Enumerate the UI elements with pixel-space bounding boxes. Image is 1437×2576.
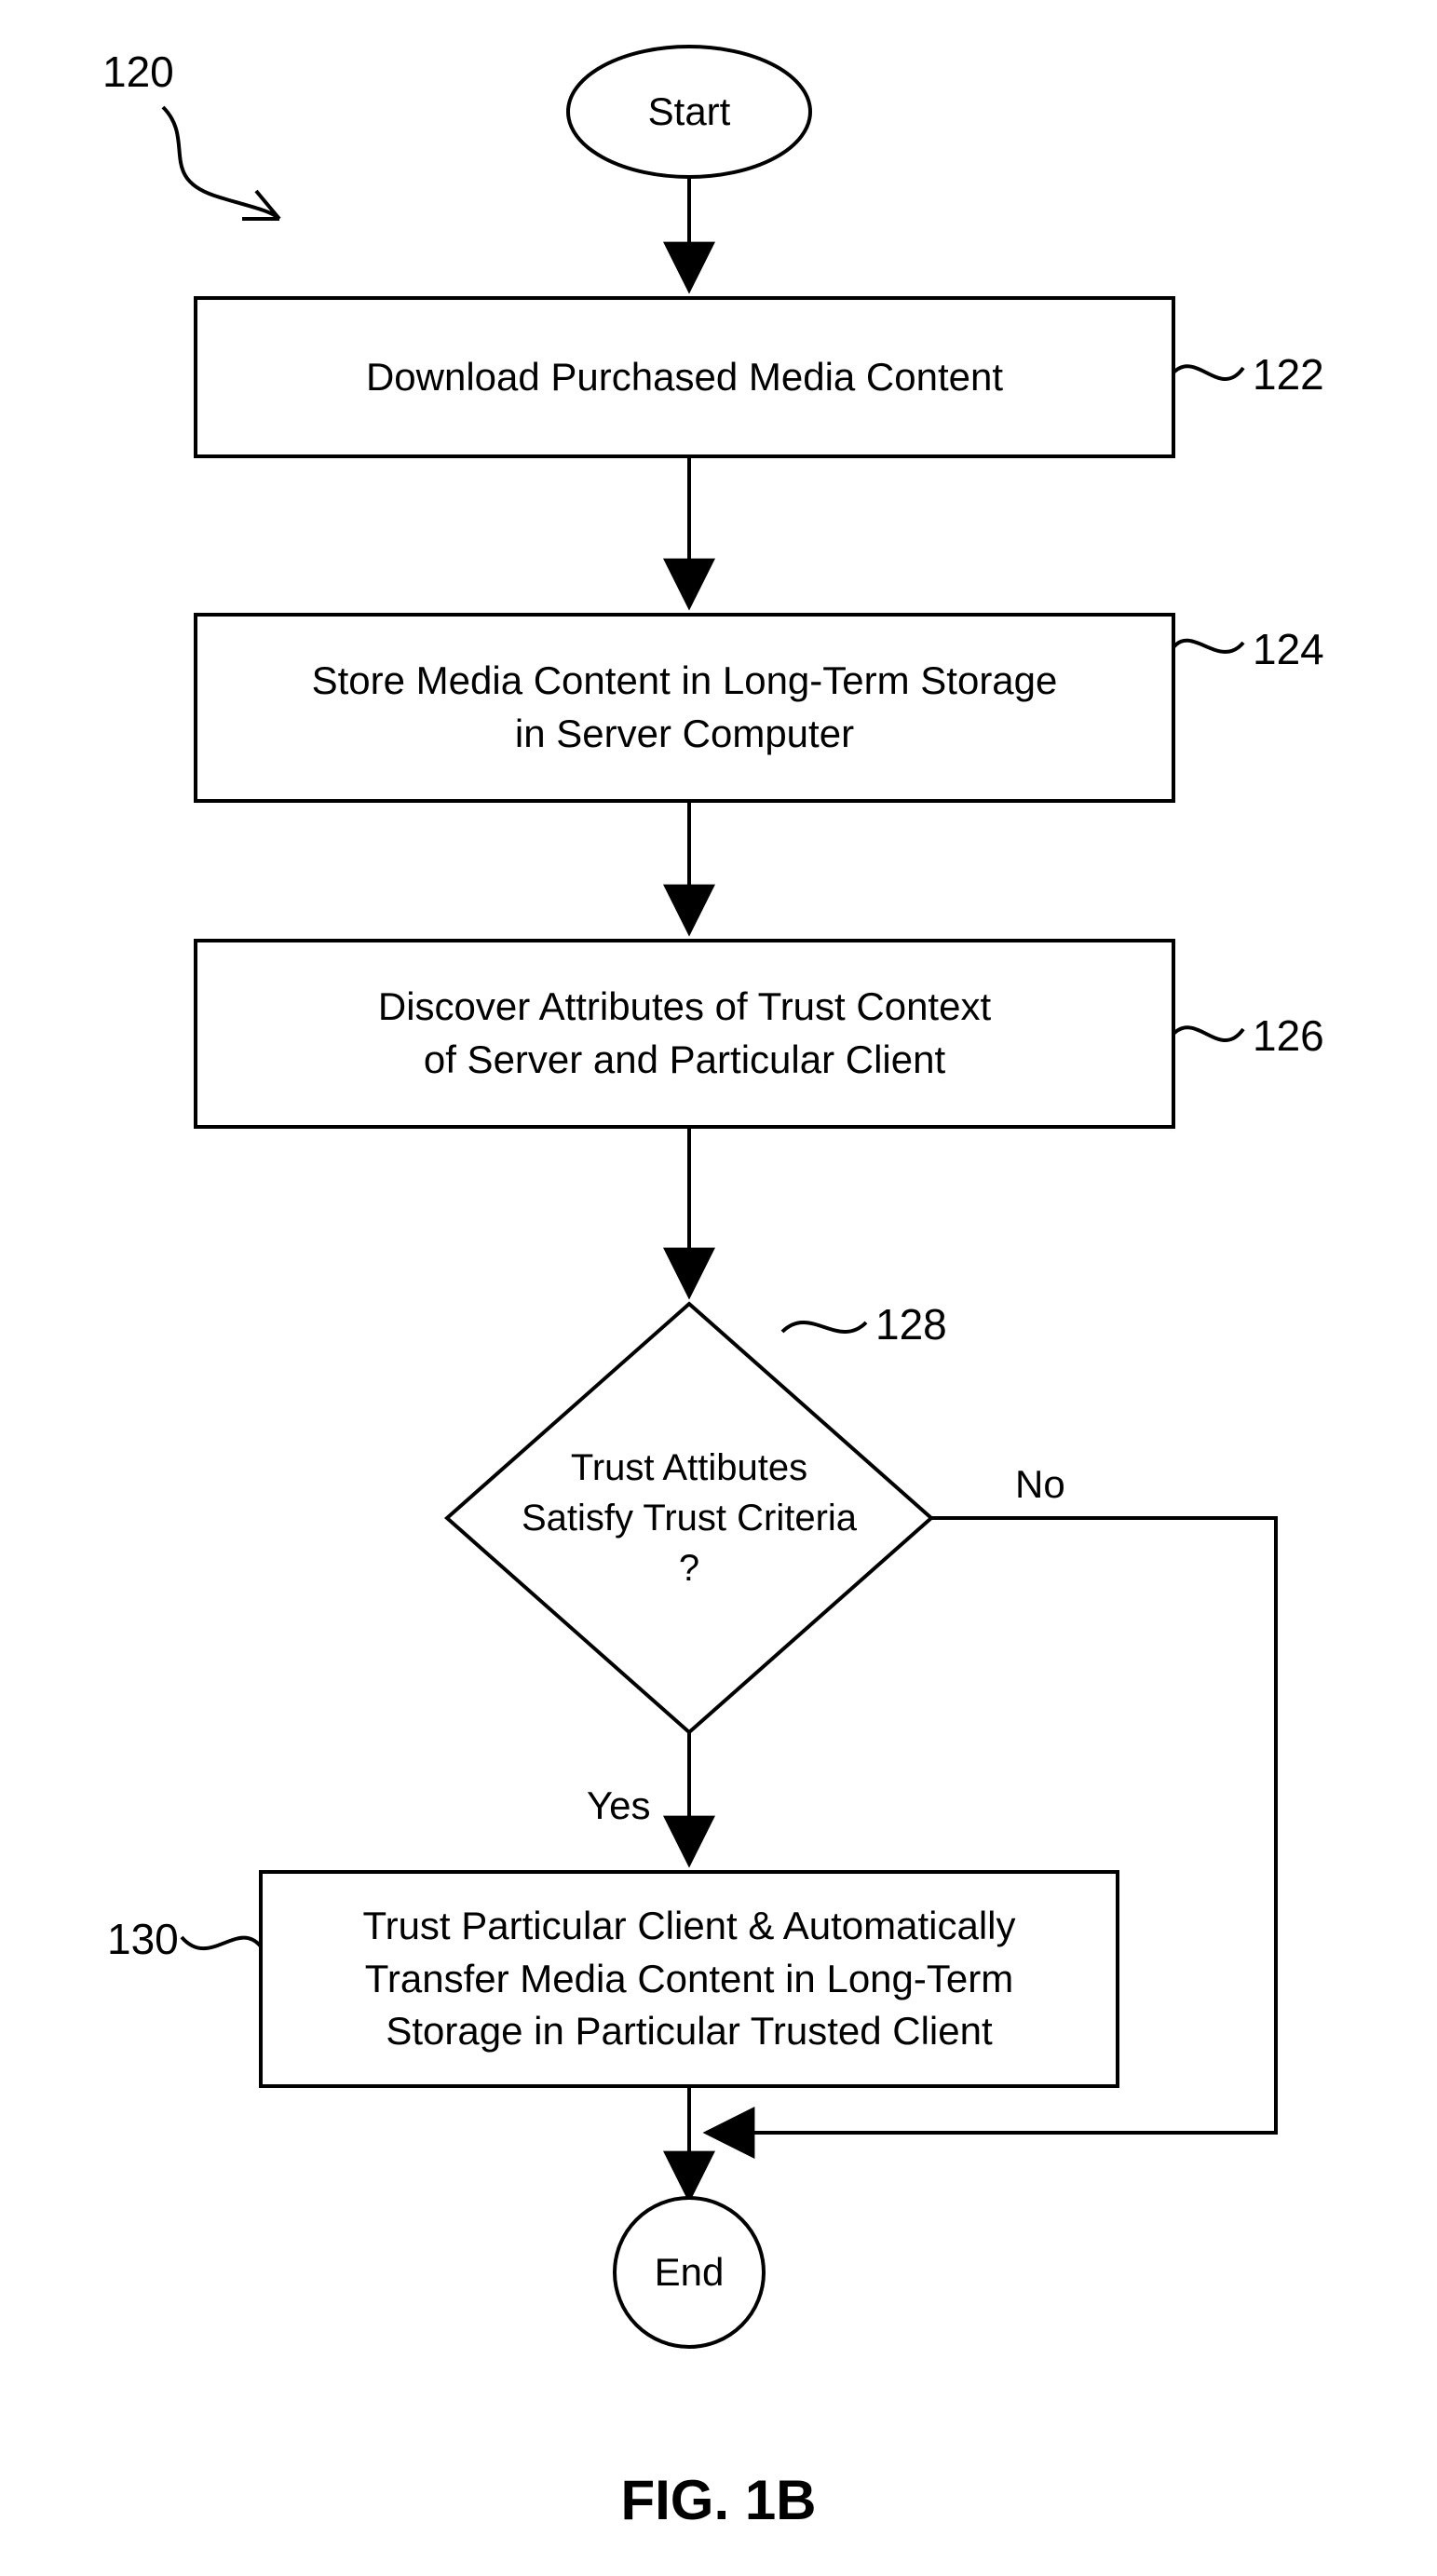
ref-leader-128 [782,1322,866,1332]
start-label: Start [568,79,810,144]
process-130-label: Trust Particular Client & Automatically … [261,1872,1118,2086]
ref-128: 128 [875,1299,947,1349]
ref-leader-122 [1173,366,1243,379]
process-122-label: Download Purchased Media Content [196,298,1173,456]
ref-126: 126 [1253,1010,1324,1061]
ref-leader-126 [1173,1027,1243,1040]
end-label: End [615,2240,764,2305]
process-124-label: Store Media Content in Long-Term Storage… [196,615,1173,801]
figure-title: FIG. 1B [0,2468,1437,2532]
ref-130: 130 [107,1914,179,1964]
decision-128-label: Trust Attibutes Satisfy Trust Criteria ? [484,1425,894,1611]
ref-leader-130 [182,1937,261,1948]
ref-122: 122 [1253,349,1324,400]
ref-120: 120 [102,47,174,97]
ref-124: 124 [1253,624,1324,674]
process-126-label: Discover Attributes of Trust Context of … [196,941,1173,1127]
ref-leader-120 [163,107,279,219]
edge-label-no: No [1015,1462,1065,1507]
edge-label-yes: Yes [587,1783,651,1828]
ref-leader-124 [1173,641,1243,652]
